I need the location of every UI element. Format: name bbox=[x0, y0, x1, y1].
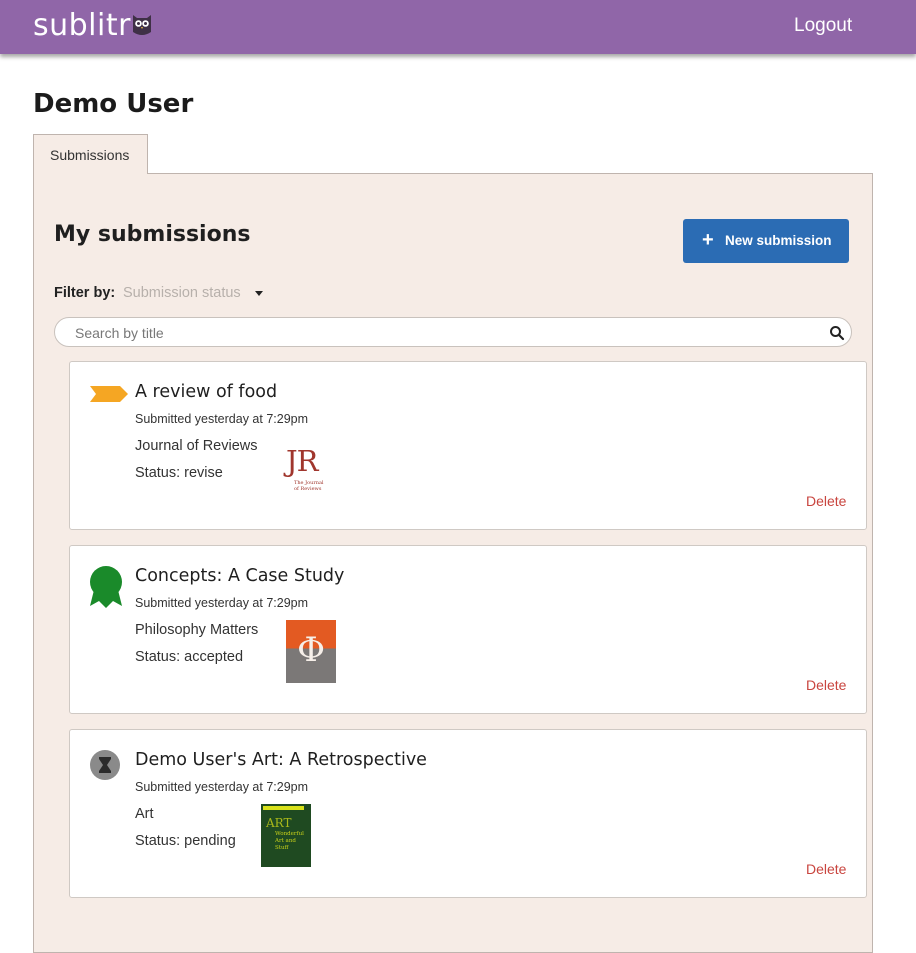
hourglass-icon bbox=[90, 750, 120, 780]
submission-title[interactable]: Demo User's Art: A Retrospective bbox=[135, 749, 427, 771]
cover-subtitle-line: Wonderful bbox=[275, 831, 304, 837]
brand-logo-text[interactable]: sublitr bbox=[33, 8, 131, 44]
section-title: My submissions bbox=[54, 222, 251, 247]
submission-status: Status: pending bbox=[135, 833, 236, 849]
cover-letters: ART bbox=[266, 816, 292, 830]
caret-down-icon bbox=[255, 291, 263, 296]
delete-link[interactable]: Delete bbox=[806, 493, 846, 509]
owl-logo-icon bbox=[133, 15, 151, 35]
logout-link[interactable]: Logout bbox=[794, 15, 852, 37]
submitted-date: Submitted yesterday at 7:29pm bbox=[135, 596, 309, 610]
journal-cover: Φ bbox=[286, 620, 336, 683]
submission-card: A review of food Submitted yesterday at … bbox=[69, 361, 867, 530]
submission-status: Status: accepted bbox=[135, 649, 244, 665]
journal-cover: JR The Journal of Reviews bbox=[280, 444, 330, 502]
plus-icon: + bbox=[702, 229, 714, 251]
search-input[interactable] bbox=[75, 323, 815, 343]
submitted-date: Submitted yesterday at 7:29pm bbox=[135, 412, 309, 426]
delete-link[interactable]: Delete bbox=[806, 677, 846, 693]
page-title: Demo User bbox=[33, 89, 194, 119]
submission-card: Concepts: A Case Study Submitted yesterd… bbox=[69, 545, 867, 714]
submissions-panel: My submissions + New submission Filter b… bbox=[33, 173, 873, 953]
search-box bbox=[54, 317, 852, 347]
tab-label: Submissions bbox=[50, 147, 130, 163]
journal-name: Art bbox=[135, 806, 154, 822]
journal-cover: ART Wonderful Art and Stuff bbox=[261, 804, 311, 867]
journal-name: Journal of Reviews bbox=[135, 438, 258, 454]
submission-title[interactable]: Concepts: A Case Study bbox=[135, 565, 344, 587]
cover-letters: JR bbox=[286, 444, 318, 478]
cover-stripe bbox=[263, 806, 304, 810]
cover-subtitle-line: of Reviews bbox=[294, 486, 322, 492]
submitted-date: Submitted yesterday at 7:29pm bbox=[135, 780, 309, 794]
journal-name: Philosophy Matters bbox=[135, 622, 259, 638]
submission-card: Demo User's Art: A Retrospective Submitt… bbox=[69, 729, 867, 898]
submission-status: Status: revise bbox=[135, 465, 223, 481]
submission-title[interactable]: A review of food bbox=[135, 381, 277, 403]
cover-subtitle-line: Art and Stuff bbox=[275, 838, 296, 851]
status-filter-select[interactable]: Submission status bbox=[123, 285, 273, 305]
filter-label: Filter by: bbox=[54, 285, 116, 301]
award-ribbon-icon bbox=[90, 566, 122, 608]
cover-letters: Φ bbox=[297, 630, 325, 670]
delete-link[interactable]: Delete bbox=[806, 861, 846, 877]
revise-tag-icon bbox=[90, 386, 128, 402]
search-icon[interactable] bbox=[829, 325, 845, 341]
new-submission-button[interactable]: + New submission bbox=[683, 219, 849, 263]
filter-placeholder: Submission status bbox=[123, 285, 241, 301]
tab-submissions[interactable]: Submissions bbox=[33, 134, 148, 174]
top-navbar: sublitr Logout bbox=[0, 0, 916, 54]
new-submission-label: New submission bbox=[725, 233, 832, 248]
